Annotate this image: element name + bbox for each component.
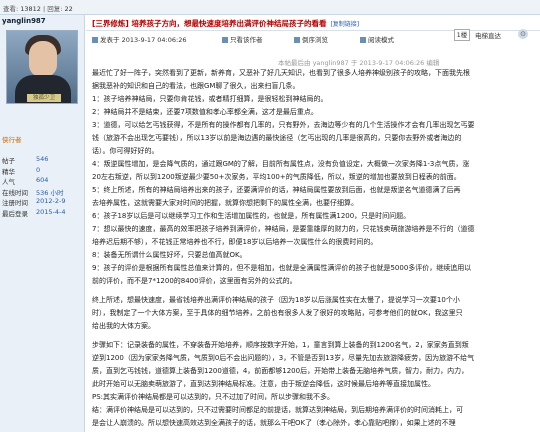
body-line: 给出我的大体方案。 <box>92 322 155 330</box>
body-line: 质，直到乞丐钱钱，道德算上装备到1200道德，4，前面都够1200后，开始带上装… <box>92 367 469 375</box>
body-line: 据我恶补的知识和自己的看法，也跟GM聊了很久，出来扫盲几条。 <box>92 82 300 90</box>
sort-icon <box>294 37 300 43</box>
only-author-link[interactable]: 只看该作者 <box>222 34 263 44</box>
stat-value[interactable]: 546 <box>36 155 48 163</box>
body-line: 最近忙了好一阵子，突然看到了更新，新养育，又恶补了好几天知识，也看到了很多人培养… <box>92 69 470 77</box>
stat-value[interactable]: 0 <box>36 166 40 174</box>
thread-title: [三界修炼] 培养孩子方向，想最快速度培养出满评价神结局孩子的看看 <box>92 19 327 28</box>
stat-row: 帖子 546 <box>2 155 82 166</box>
body-line: 4：叛逆属性增加，是会降气质的，通过跟GM的了解，目前所有属性点，没有负值设定，… <box>92 160 470 168</box>
book-icon <box>360 37 366 43</box>
author-stats: 帖子 546 精华 0 人气 604 在线时间 536 小时 注册时间 2012-2-9 最后登录 2… <box>2 155 82 218</box>
body-line: 8：装备无所谓什么属性好坏，只要总值高就OK。 <box>92 251 247 259</box>
body-line: 话）。你可得好好的。 <box>92 147 159 155</box>
replies-count: 22 <box>64 5 73 13</box>
post-icon <box>92 37 98 43</box>
post-area: [三界修炼] 培养孩子方向，想最快速度培养出满评价神结局孩子的看看 [复制链接] … <box>86 15 540 432</box>
stat-value[interactable]: 604 <box>36 176 48 184</box>
stat-label: 最后登录 <box>2 209 28 218</box>
body-line: 是会让人崩溃的。所以想快速高效达到全满孩子的话，就那么干吧OK了（孝心除外，孝心… <box>92 419 456 427</box>
body-line: 钱（旅游不会出现乞丐要钱），所以13岁以前是海边遇的最快途径（乞丐出现的几率是很… <box>92 134 462 142</box>
avatar-caption: 独孤少卫 <box>27 94 61 102</box>
author-username[interactable]: yanglin987 <box>2 17 46 25</box>
body-line: 结：满评价神结局是可以达到的，只不过需要时间都足的前提话，就算达到神结局，到后期… <box>92 406 463 414</box>
body-line: 7：想以最快的速度，最高的效率把孩子培养到满评价，神结局，是要靠雄厚的财力的，只… <box>92 225 475 233</box>
list-icon <box>222 37 228 43</box>
views-count: 13812 <box>20 5 41 13</box>
body-line: 培养迟后期不够），不花钱正常培养也不行，即便18岁以后培养一次属性什么的很费时间… <box>92 238 378 246</box>
stat-row: 精华 0 <box>2 166 82 177</box>
stat-row: 人气 604 <box>2 176 82 187</box>
thread-stats: 查看: 13812 | 回复: 22 <box>3 5 73 13</box>
body-line: 去培养属性，这就需要大家对时间的把握，就算你想把剩下的属性全满，也要仔细算。 <box>92 199 358 207</box>
body-line: 20左右叛逆，所以到1200叛逆最少要50+次家务，平均100+的气质降低，所以… <box>92 173 461 181</box>
body-line: 9：孩子的评价是根据所有属性总值来计算的，但不是相加，也就是全满属性满评价的孩子… <box>92 264 472 272</box>
body-line: 前的评价，而不是7*1200的8400评价，这里面有另外的公式的。 <box>92 277 297 285</box>
stat-row: 注册时间 2012-2-9 <box>2 197 82 208</box>
stat-row: 在线时间 536 小时 <box>2 187 82 198</box>
stat-value[interactable]: 2015-4-4 <box>36 208 66 216</box>
edited-note: 本帖最后由 yanglin987 于 2013-9-17 04:06:26 编辑 <box>278 59 440 67</box>
body-line: 3：道德，可以给乞丐钱获得，不是所有的操作都有几率的，只有野外，去海边等少有的几… <box>92 121 475 129</box>
thread-title-bar: [三界修炼] 培养孩子方向，想最快速度培养出满评价神结局孩子的看看 [复制链接] <box>86 15 540 31</box>
stat-label: 帖子 <box>2 157 15 165</box>
post-body: 最近忙了好一阵子，突然看到了更新，新养育，又恶补了好几天知识，也看到了很多人培养… <box>92 67 536 430</box>
reverse-order-link[interactable]: 倒序浏览 <box>294 34 328 44</box>
body-line: 6：孩子18岁以后是可以继续学习工作和生活增加属性的，也就是，所有属性满1200… <box>92 212 411 220</box>
stat-label: 精华 <box>2 167 15 176</box>
copy-link-button[interactable]: [复制链接] <box>330 21 359 28</box>
stat-label: 人气 <box>2 178 15 186</box>
reading-mode-link[interactable]: 阅读模式 <box>360 34 394 44</box>
body-line: 此时开始可以无脑卖萌旅游了，直到达到神结局标准。注意，由于叛逆会降低，这时候最后… <box>92 380 435 388</box>
body-line: 1：孩子培养神结局，只要你肯花钱，或者精打细算，是很轻松到神结局的。 <box>92 95 328 103</box>
body-line: 5：终上所述，所有的神结局培养出来的孩子，还要满评价的话，神结局属性要放到后面，… <box>92 186 461 194</box>
stat-label: 在线时间 <box>2 188 28 197</box>
stat-value[interactable]: 536 小时 <box>36 187 63 197</box>
body-line: 终上所述，想最快速度，最省钱培养出满评价神结局的孩子（因为18岁以后涨属性实在太… <box>92 296 460 304</box>
user-role: 侠行者 <box>2 136 22 144</box>
body-line: 2：神结局并不是结束，还要7项数值和孝心率都全满，这才是最后重点。 <box>92 108 318 116</box>
stat-label: 注册时间 <box>2 199 28 207</box>
stat-value[interactable]: 2012-2-9 <box>36 197 66 205</box>
body-line: 时），我制定了一个大体方案，至于具体的细节培养，之前也有很多人发了很好的攻略贴，… <box>92 309 463 317</box>
avatar[interactable]: 独孤少卫 <box>6 30 78 104</box>
body-line: PS:其实满评价神结局都是可以达到的，只不过加了时间，所以步骤和我不多。 <box>92 393 335 401</box>
thread-stats-bar: 查看: 13812 | 回复: 22 <box>0 0 540 15</box>
posted-at: 发表于 2013-9-17 04:06:26 <box>92 34 186 44</box>
body-line: 步骤如下：记录装备的属性，不穿装备开始培养，顺序按数字开始，1，童言到算上装备的… <box>92 341 469 349</box>
body-line: 逆到1200（因为家家务降气质，气质到0后不会出问题的），3，不管是否到13岁，… <box>92 354 475 362</box>
stat-row: 最后登录 2015-4-4 <box>2 208 82 219</box>
post-meta: 发表于 2013-9-17 04:06:26 只看该作者 倒序浏览 阅读模式 <box>86 31 540 45</box>
